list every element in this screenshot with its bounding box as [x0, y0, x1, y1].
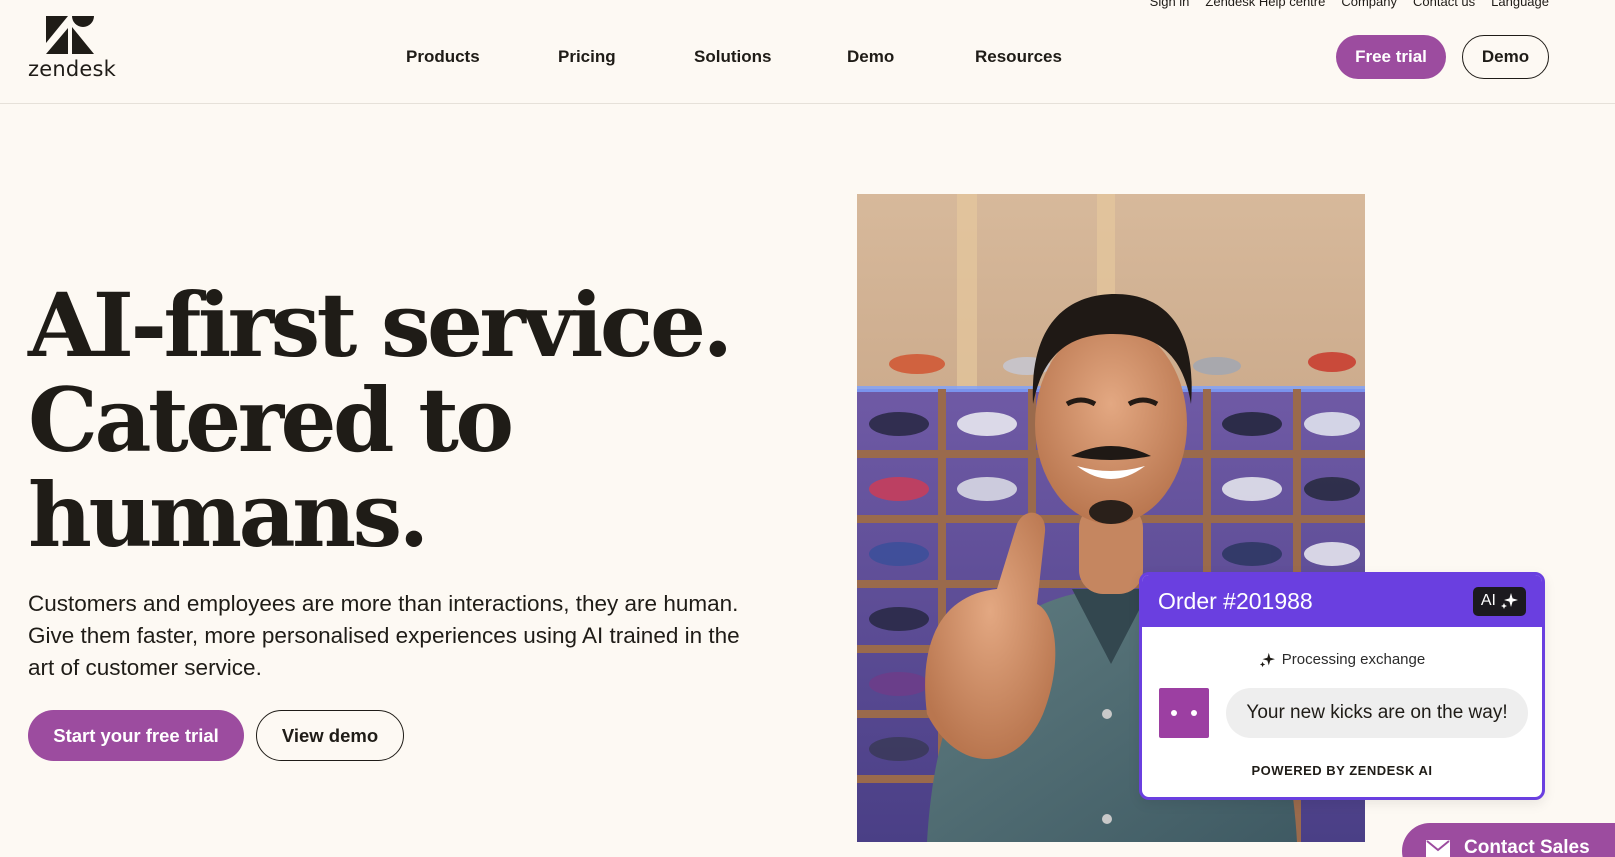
sparkle-icon	[1501, 593, 1518, 609]
bot-avatar	[1159, 688, 1209, 738]
message-bubble: Your new kicks are on the way!	[1226, 688, 1528, 738]
contact-sales-button[interactable]: Contact Sales	[1402, 823, 1615, 857]
processing-label: Processing exchange	[1281, 651, 1426, 668]
nav-resources[interactable]: Resources	[975, 47, 1062, 67]
hero-title-line-2: Catered to	[28, 368, 514, 472]
nav-solutions[interactable]: Solutions	[694, 47, 771, 67]
hero-title-line-1: AI-first service.	[28, 273, 733, 377]
site-header: zendesk Products Pricing Solutions Demo …	[0, 0, 1615, 104]
sparkle-icon	[1259, 652, 1275, 667]
ai-badge: AI	[1472, 586, 1526, 616]
bot-eye-right	[1191, 710, 1197, 716]
hero-title: AI-first service. Catered to humans.	[28, 278, 748, 563]
nav-pricing[interactable]: Pricing	[558, 47, 616, 67]
hero-title-line-3: humans.	[28, 463, 429, 567]
processing-status: Processing exchange	[1142, 651, 1542, 668]
start-free-trial-button[interactable]: Start your free trial	[28, 710, 244, 761]
view-demo-button[interactable]: View demo	[256, 710, 404, 761]
logo-wordmark: zendesk	[28, 57, 117, 81]
order-card-header: Order #201988 AI	[1142, 575, 1542, 627]
free-trial-button[interactable]: Free trial	[1336, 35, 1446, 79]
bot-eye-left	[1171, 710, 1177, 716]
order-title: Order #201988	[1158, 587, 1313, 614]
hero-subtitle: Customers and employees are more than in…	[28, 591, 740, 680]
demo-button[interactable]: Demo	[1462, 35, 1549, 79]
ai-badge-label: AI	[1480, 592, 1496, 609]
nav-demo[interactable]: Demo	[847, 47, 894, 67]
powered-by-label: POWERED BY ZENDESK AI	[1251, 763, 1433, 778]
order-card: Order #201988 AI Processing exchange You…	[1139, 572, 1545, 800]
nav-products[interactable]: Products	[406, 47, 480, 67]
mail-icon	[1426, 840, 1450, 857]
zendesk-logo[interactable]: zendesk	[28, 16, 117, 81]
zendesk-logo-icon	[46, 16, 94, 54]
contact-sales-label: Contact Sales	[1464, 837, 1590, 857]
